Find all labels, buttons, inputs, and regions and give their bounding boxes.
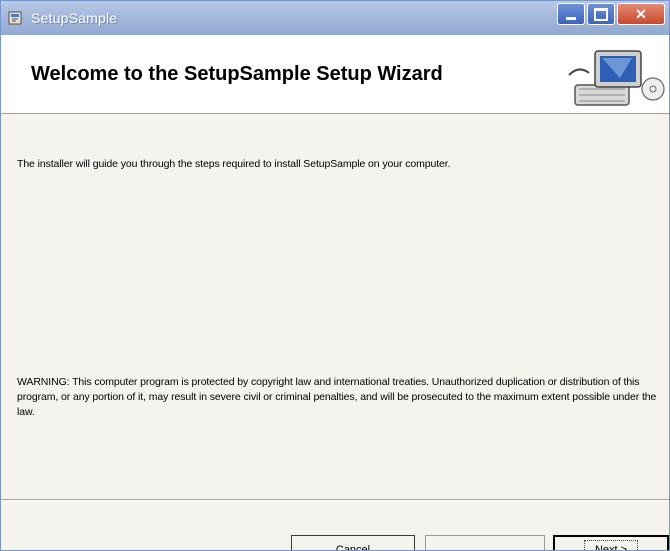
minimize-button[interactable]: [557, 3, 585, 25]
maximize-button[interactable]: [587, 3, 615, 25]
wizard-banner: Welcome to the SetupSample Setup Wizard: [1, 35, 669, 114]
button-separator: [1, 499, 669, 501]
maximize-icon: [594, 7, 608, 21]
page-title: Welcome to the SetupSample Setup Wizard: [31, 63, 443, 85]
cancel-button[interactable]: Cancel: [291, 535, 415, 550]
intro-text: The installer will guide you through the…: [17, 158, 451, 170]
next-button-label: Next >: [583, 540, 639, 550]
back-button[interactable]: [425, 535, 545, 550]
computer-setup-icon: [568, 50, 665, 106]
installer-icon: [8, 11, 22, 25]
copyright-warning-text: WARNING: This computer program is protec…: [17, 376, 657, 418]
title-bar[interactable]: SetupSample ✕: [1, 1, 669, 35]
close-button[interactable]: ✕: [617, 3, 665, 25]
minimize-icon: [566, 16, 576, 20]
close-icon: ✕: [635, 6, 647, 22]
next-button[interactable]: Next >: [553, 535, 669, 550]
setup-wizard-window: SetupSample ✕ Welcome to the SetupSample…: [0, 0, 670, 551]
window-title: SetupSample: [31, 10, 118, 26]
